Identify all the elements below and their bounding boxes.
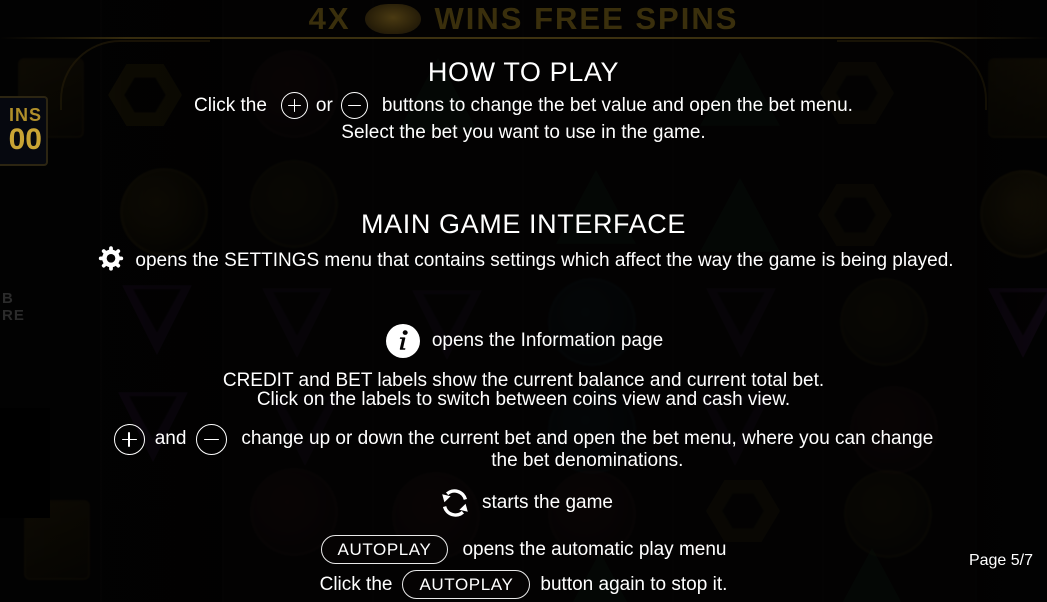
autoplay-open-description: opens the automatic play menu	[462, 538, 727, 560]
gear-icon[interactable]	[93, 243, 129, 279]
bet-change-and: and	[154, 428, 187, 449]
bet-change-text-line-2: the bet denominations.	[491, 450, 684, 472]
autoplay-stop-suffix: button again to stop it.	[540, 573, 728, 595]
info-circle-icon[interactable]	[384, 322, 422, 360]
settings-description: opens the SETTINGS menu that contains se…	[135, 250, 954, 271]
credit-bet-line-2: Click on the labels to switch between co…	[256, 389, 791, 410]
info-description: opens the Information page	[431, 330, 664, 351]
info-row: opens the Information page	[0, 322, 1047, 360]
main-game-interface-title: MAIN GAME INTERFACE	[361, 209, 686, 239]
settings-row: opens the SETTINGS menu that contains se…	[0, 243, 1047, 279]
how-to-play-line1-suffix: buttons to change the bet value and open…	[381, 94, 853, 116]
autoplay-button[interactable]: AUTOPLAY	[320, 535, 449, 564]
bet-change-description: change up or down the current bet and op…	[241, 424, 933, 473]
minus-circle-icon[interactable]	[196, 424, 228, 455]
bet-change-text-line-1: change up or down the current bet and op…	[241, 428, 934, 449]
plus-circle-icon[interactable]	[113, 424, 145, 455]
spin-description: starts the game	[482, 492, 613, 513]
spin-refresh-icon[interactable]	[434, 482, 476, 524]
bet-change-row: and change up or down the current bet an…	[0, 424, 1047, 473]
how-to-play-line1-or: or	[315, 94, 333, 116]
autoplay-open-row: AUTOPLAY opens the automatic play menu	[0, 535, 1047, 564]
autoplay-stop-row: Click the AUTOPLAY button again to stop …	[0, 570, 1047, 599]
page-indicator: Page 5/7	[968, 552, 1033, 569]
spin-row: starts the game	[0, 482, 1047, 524]
how-to-play-title: HOW TO PLAY	[427, 57, 620, 87]
plus-circle-icon[interactable]	[280, 92, 308, 119]
how-to-play-line1-prefix: Click the	[194, 94, 267, 116]
how-to-play-line-1: Click the or buttons to change the bet v…	[0, 92, 1047, 119]
how-to-play-line-2: Select the bet you want to use in the ga…	[341, 122, 706, 143]
autoplay-stop-prefix: Click the	[319, 573, 393, 595]
autoplay-button-2[interactable]: AUTOPLAY	[402, 570, 531, 599]
minus-circle-icon[interactable]	[340, 92, 368, 119]
